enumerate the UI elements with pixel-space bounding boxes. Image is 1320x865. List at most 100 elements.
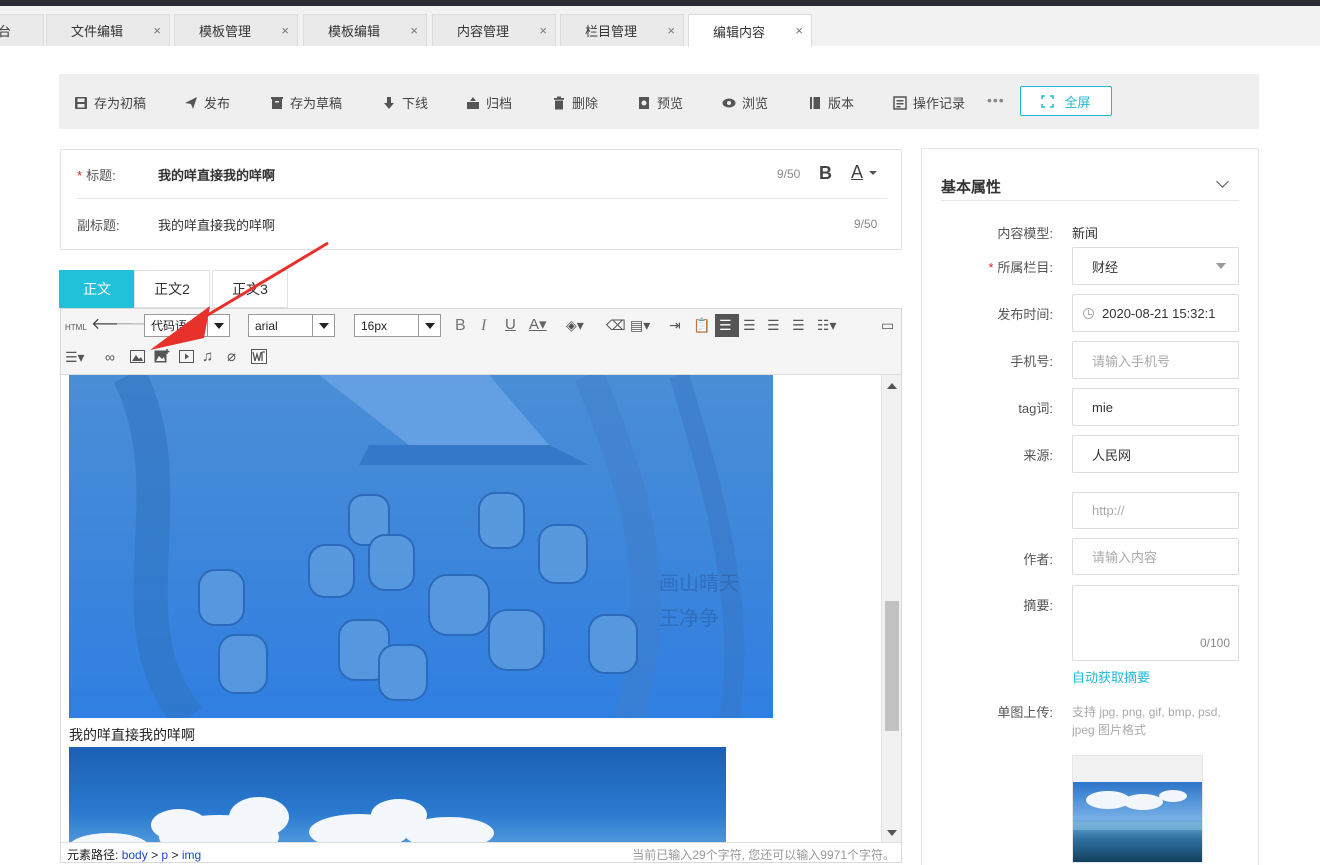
close-icon[interactable]: × [539, 23, 547, 38]
content-image-sky[interactable] [69, 747, 726, 844]
uploaded-image-thumbnail[interactable] [1072, 755, 1203, 863]
code-language-select[interactable]: 代码语言 [144, 314, 230, 337]
publish-button[interactable]: 发布 [184, 93, 230, 112]
paste-icon[interactable]: 📋 [693, 317, 710, 333]
tab-column-manage[interactable]: 栏目管理 × [560, 14, 684, 46]
watermark-text-1: 画山晴天 [659, 571, 739, 595]
underline-icon[interactable]: U [505, 317, 516, 333]
chevron-down-icon [418, 315, 440, 336]
tab-body-2[interactable]: 正文2 [134, 270, 210, 308]
font-family-select[interactable]: arial [248, 314, 335, 337]
delete-button[interactable]: 删除 [552, 93, 598, 112]
close-icon[interactable]: × [795, 23, 803, 38]
link-icon[interactable]: ∞ [105, 349, 115, 365]
bold-icon[interactable]: B [455, 318, 466, 334]
auto-summary-link[interactable]: 自动获取摘要 [1072, 667, 1150, 686]
path-p-link[interactable]: p [161, 848, 168, 862]
title-form: * 标题: 我的咩直接我的咩啊 9/50 B A 副标题: 我的咩直接我的咩啊 9… [60, 149, 902, 250]
paragraph-format-icon[interactable]: ▤▾ [630, 317, 650, 333]
scroll-down-icon[interactable] [887, 830, 897, 836]
word-import-icon[interactable] [251, 349, 267, 364]
video-icon[interactable] [179, 350, 194, 363]
author-input[interactable]: 请输入内容 [1072, 538, 1239, 575]
thumbnail-picture [1073, 782, 1202, 862]
unordered-list-icon[interactable]: ☰▾ [65, 349, 85, 365]
tag-label: tag词: [1018, 401, 1053, 416]
align-right-icon[interactable]: ☰ [743, 317, 756, 333]
ordered-list-icon[interactable]: ☷▾ [817, 317, 837, 333]
divider [941, 200, 1239, 201]
offline-button[interactable]: 下线 [382, 93, 428, 112]
archive-button[interactable]: 归档 [466, 93, 512, 112]
italic-icon[interactable]: I [481, 318, 486, 334]
version-button[interactable]: 版本 [808, 93, 854, 112]
content-image-painting[interactable]: 画山晴天 王净争 [69, 375, 773, 718]
caret-down-icon[interactable] [869, 171, 877, 175]
content-paragraph[interactable]: 我的咩直接我的咩啊 [69, 725, 195, 745]
tab-template-manage[interactable]: 模板管理 × [174, 14, 298, 46]
tab-workbench[interactable]: 作台 [0, 14, 44, 46]
align-justify-icon[interactable]: ☰ [792, 317, 805, 333]
source-url-input[interactable]: http:// [1072, 492, 1239, 529]
font-color-button[interactable]: A [851, 162, 863, 183]
font-size-select[interactable]: 16px [354, 314, 441, 337]
basic-properties-panel: 基本属性 内容模型: 新闻 * 所属栏目: 财经 发布时间: 2020-08-21… [921, 148, 1259, 865]
tab-file-edit[interactable]: 文件编辑 × [46, 14, 170, 46]
eraser-icon[interactable]: ⌫ [606, 317, 626, 333]
tab-label: 作台 [0, 24, 12, 39]
scroll-thumb[interactable] [885, 601, 899, 731]
summary-label: 摘要: [1023, 598, 1053, 613]
multi-image-icon[interactable] [154, 349, 170, 363]
archive-icon [467, 96, 479, 109]
column-select[interactable]: 财经 [1072, 247, 1239, 285]
path-body-link[interactable]: body [122, 848, 148, 862]
indent-icon[interactable]: ⇥ [669, 317, 681, 333]
phone-input[interactable]: 请输入手机号 [1072, 341, 1239, 379]
tab-template-edit[interactable]: 模板编辑 × [303, 14, 427, 46]
align-center-icon[interactable]: ☰ [767, 317, 780, 333]
summary-textarea[interactable]: 0/100 [1072, 585, 1239, 661]
history-button[interactable]: 操作记录 [893, 93, 965, 112]
close-icon[interactable]: × [667, 23, 675, 38]
source-input[interactable]: 人民网 [1072, 435, 1239, 473]
title-count: 9/50 [777, 167, 801, 181]
fullscreen-button[interactable]: 全屏 [1020, 86, 1112, 116]
font-color-icon[interactable]: A▾ [529, 317, 547, 333]
html-source-button[interactable]: HTML [65, 320, 87, 336]
tab-body-3[interactable]: 正文3 [212, 270, 288, 308]
bold-button[interactable]: B [819, 163, 832, 184]
close-icon[interactable]: × [410, 23, 418, 38]
publish-time-input[interactable]: 2020-08-21 15:32:1 [1072, 294, 1239, 332]
more-icon[interactable]: ••• [987, 92, 1005, 108]
subtitle-input[interactable]: 我的咩直接我的咩啊 [158, 215, 275, 234]
arrow-down-icon [384, 96, 394, 109]
align-left-icon[interactable]: ☰ [719, 317, 732, 333]
chevron-down-icon[interactable] [1216, 175, 1229, 188]
browse-button[interactable]: 浏览 [722, 93, 768, 112]
music-icon[interactable]: ♫ [202, 349, 213, 365]
title-label: * 标题: [77, 165, 116, 184]
path-img-link[interactable]: img [182, 848, 201, 862]
close-icon[interactable]: × [281, 23, 289, 38]
scroll-up-icon[interactable] [887, 383, 897, 389]
close-icon[interactable]: × [153, 23, 161, 38]
title-input[interactable]: 我的咩直接我的咩啊 [158, 165, 275, 184]
preview-button[interactable]: 预览 [637, 93, 683, 112]
tab-body-1[interactable]: 正文 [59, 270, 135, 308]
save-icon [75, 96, 87, 109]
tab-edit-content[interactable]: 编辑内容 × [688, 14, 812, 47]
attachment-icon[interactable]: ⌀ [227, 349, 236, 365]
editor-content[interactable]: 画山晴天 王净争 我的咩直接我的咩啊 [61, 375, 881, 844]
send-icon [185, 96, 197, 109]
monitor-icon[interactable]: ▭ [881, 317, 894, 333]
save-initial-button[interactable]: 存为初稿 [74, 93, 146, 112]
tag-input[interactable]: mie [1072, 388, 1239, 426]
book-icon [810, 96, 820, 109]
editor-scrollbar[interactable] [881, 375, 901, 844]
element-path-label: 元素路径: [67, 848, 119, 862]
image-icon[interactable] [130, 350, 145, 363]
draft-icon [271, 96, 283, 109]
fill-color-icon[interactable]: ◈▾ [566, 317, 584, 333]
tab-content-manage[interactable]: 内容管理 × [432, 14, 556, 46]
save-draft-button[interactable]: 存为草稿 [270, 93, 342, 112]
